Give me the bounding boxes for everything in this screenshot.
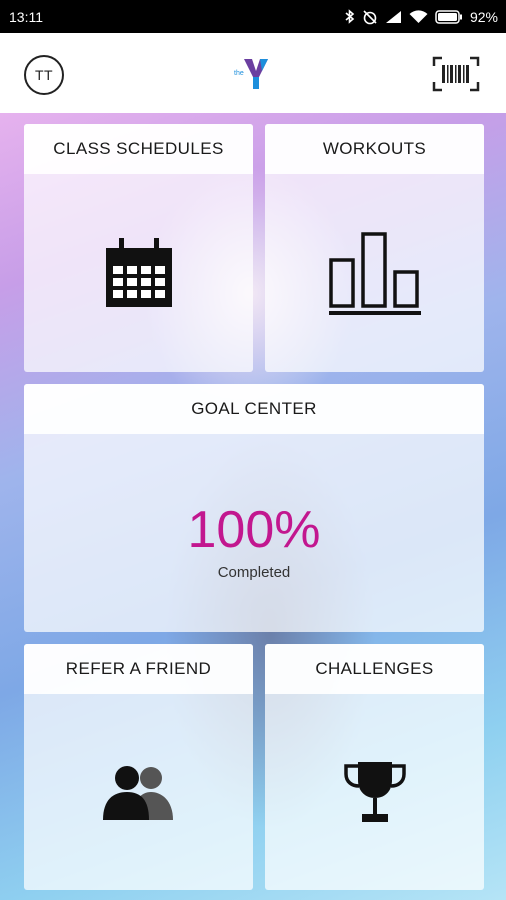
battery-percent: 92% [469,8,498,25]
refer-a-friend-title: REFER A FRIEND [24,644,253,694]
bar-chart-icon [328,232,421,315]
signal-icon [385,10,401,23]
avatar-initials: TT [34,67,54,83]
ymca-logo: the [234,59,268,89]
goal-progress-percent: 100% [187,500,321,559]
app-bar: TT the [0,33,506,113]
class-schedules-title: CLASS SCHEDULES [24,124,253,174]
goal-center-tile[interactable]: GOAL CENTER 100% Completed [24,384,484,632]
challenges-title: CHALLENGES [265,644,484,694]
people-icon [102,766,173,820]
avatar[interactable]: TT [24,55,64,95]
status-bar: 13:11 92% [0,0,506,33]
bluetooth-icon [345,9,355,24]
trophy-icon [343,762,406,822]
alarm-off-icon [363,9,377,24]
class-schedules-tile[interactable]: CLASS SCHEDULES [24,124,253,372]
barcode-icon[interactable] [432,56,480,92]
goal-progress-caption: Completed [217,563,291,581]
status-icons: 92% [345,9,498,25]
svg-text:the: the [234,70,244,77]
wifi-icon [409,9,428,23]
workouts-tile[interactable]: WORKOUTS [265,124,484,372]
status-time: 13:11 [9,8,43,25]
battery-icon [435,9,462,24]
calendar-icon [105,238,172,307]
goal-center-title: GOAL CENTER [24,384,484,434]
workouts-title: WORKOUTS [265,124,484,174]
refer-a-friend-tile[interactable]: REFER A FRIEND [24,644,253,890]
challenges-tile[interactable]: CHALLENGES [265,644,484,890]
